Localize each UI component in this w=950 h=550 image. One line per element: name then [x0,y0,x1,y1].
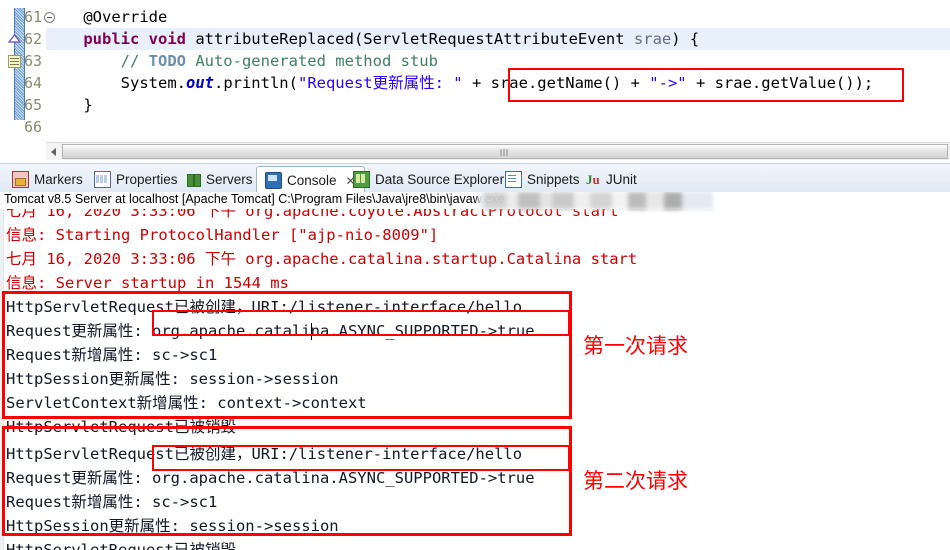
console-line: Request更新属性: org.apache.catalina.ASYNC_S… [6,322,535,340]
console-line: ServletContext新增属性: context->context [6,394,367,412]
tab-junit[interactable]: Ju JUnit [578,166,645,193]
view-tab-bar[interactable]: Markers Properties Servers Console ✕ Dat… [0,163,950,194]
junit-icon: Ju [586,172,600,187]
scrollbar-thumb[interactable] [62,144,948,159]
data-source-explorer-icon [353,171,370,188]
code-line-63: // TODO Auto-generated method stub [46,52,438,70]
snippets-icon [505,171,522,188]
scroll-left-arrow-icon[interactable] [46,143,61,160]
tab-servers[interactable]: Servers [178,166,261,193]
tab-data-source-explorer[interactable]: Data Source Explorer [345,166,512,193]
console-line: Request新增属性: sc->sc1 [6,493,218,511]
code-line-65: } [46,96,93,114]
properties-icon [94,171,111,188]
code-line-62: public void attributeReplaced(ServletReq… [83,30,700,48]
line-number: 66 [23,118,42,136]
redacted-region-overlay [478,192,713,209]
line-number: 65 [23,96,42,114]
console-line: 信息: Starting ProtocolHandler ["ajp-nio-8… [6,226,439,244]
code-line-61: @Override [46,8,168,26]
tab-properties[interactable]: Properties [86,166,186,193]
console-view[interactable]: Tomcat v8.5 Server at localhost [Apache … [0,192,950,550]
console-line: HttpSession更新属性: session->session [6,517,339,535]
tab-label: Snippets [527,172,580,187]
tab-label: Console [287,173,337,188]
console-line: HttpServletRequest已被创建，URI:/listener-int… [6,445,523,463]
override-marker-icon [7,32,22,43]
tab-label: JUnit [606,172,637,187]
line-number: 63 [23,52,42,70]
console-line: HttpServletRequest已被销毁 [6,418,236,436]
console-line: Request新增属性: sc->sc1 [6,346,218,364]
code-line-64: System.out.println("Request更新属性: " + sra… [46,74,874,92]
scrollbar-grip-icon [500,149,510,156]
servers-icon [186,172,201,187]
line-number: 62 [23,30,42,48]
text-caret [311,323,312,340]
line-number: 64 [23,74,42,92]
console-line: 信息: Server startup in 1544 ms [6,274,289,292]
tab-snippets[interactable]: Snippets [497,166,588,193]
second-request-annotation-label: 第二次请求 [583,469,688,493]
tab-label: Servers [206,172,253,187]
first-request-annotation-label: 第一次请求 [583,334,688,358]
todo-task-icon [8,55,21,68]
console-left-margin [0,192,4,550]
tab-label: Properties [116,172,178,187]
console-line: HttpServletRequest已被创建，URI:/listener-int… [6,298,523,316]
console-line: Request更新属性: org.apache.catalina.ASYNC_S… [6,469,535,487]
editor-horizontal-scrollbar[interactable] [46,142,950,160]
console-line: HttpServletRequest已被销毁 [6,541,236,550]
console-line: 七月 16, 2020 3:33:06 下午 org.apache.catali… [6,250,638,268]
tab-label: Data Source Explorer [375,172,505,187]
markers-icon [12,171,29,188]
console-line: HttpSession更新属性: session->session [6,370,339,388]
line-number: 61 [23,8,42,26]
tab-label: Markers [34,172,83,187]
console-icon [265,172,282,189]
console-process-title-overlay: Tomcat v8.5 Server at localhost [Apache … [4,192,505,206]
code-editor[interactable]: 60 61 62 63 64 65 66 @Override public vo… [0,0,950,136]
tab-markers[interactable]: Markers [4,166,91,193]
